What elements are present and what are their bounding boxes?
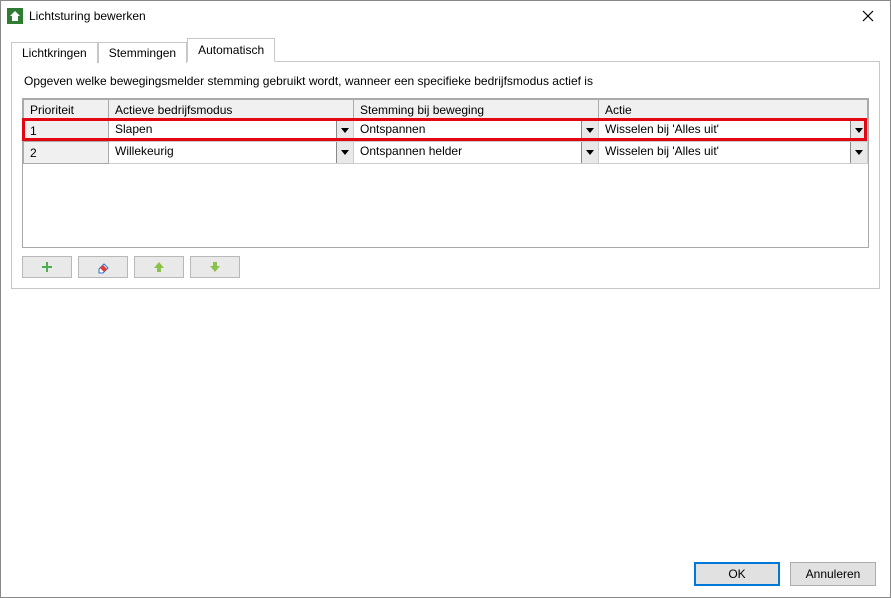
cell-mode-value: Willekeurig — [109, 142, 336, 163]
col-header-mode[interactable]: Actieve bedrijfsmodus — [109, 100, 354, 120]
tab-lichtkringen[interactable]: Lichtkringen — [11, 42, 98, 63]
close-icon — [862, 10, 874, 22]
window-title: Lichtsturing bewerken — [29, 9, 845, 23]
dropdown-button[interactable] — [850, 142, 867, 163]
chevron-down-icon — [855, 150, 863, 156]
cell-action-value: Wisselen bij 'Alles uit' — [599, 120, 850, 141]
chevron-down-icon — [586, 150, 594, 156]
chevron-down-icon — [855, 128, 863, 134]
chevron-down-icon — [341, 150, 349, 156]
tab-automatisch[interactable]: Automatisch — [187, 38, 275, 62]
grid-area: Prioriteit Actieve bedrijfsmodus Stemmin… — [22, 98, 869, 248]
cell-mood[interactable]: Ontspannen helder — [354, 142, 599, 164]
delete-row-button[interactable] — [78, 256, 128, 278]
tab-strip: Lichtkringen Stemmingen Automatisch — [11, 37, 880, 61]
eraser-icon — [96, 260, 110, 274]
arrow-up-icon — [152, 260, 166, 274]
cell-mode[interactable]: Willekeurig — [109, 142, 354, 164]
col-header-priority[interactable]: Prioriteit — [24, 100, 109, 120]
dialog-window: Lichtsturing bewerken Lichtkringen Stemm… — [0, 0, 891, 598]
tab-panel-automatisch: Opgeven welke bewegingsmelder stemming g… — [11, 61, 880, 289]
cell-mood[interactable]: Ontspannen — [354, 120, 599, 142]
move-down-button[interactable] — [190, 256, 240, 278]
tab-stemmingen[interactable]: Stemmingen — [98, 42, 187, 63]
dropdown-button[interactable] — [581, 120, 598, 141]
chevron-down-icon — [586, 128, 594, 134]
grid-toolbar — [22, 256, 869, 278]
client-area: Lichtkringen Stemmingen Automatisch Opge… — [1, 31, 890, 551]
cancel-button[interactable]: Annuleren — [790, 562, 876, 586]
dropdown-button[interactable] — [336, 120, 353, 141]
panel-description: Opgeven welke bewegingsmelder stemming g… — [24, 74, 869, 88]
dropdown-button[interactable] — [581, 142, 598, 163]
grid-row[interactable]: 1 Slapen — [24, 120, 868, 142]
dropdown-button[interactable] — [850, 120, 867, 141]
arrow-down-icon — [208, 260, 222, 274]
cell-mode[interactable]: Slapen — [109, 120, 354, 142]
move-up-button[interactable] — [134, 256, 184, 278]
plus-icon — [40, 260, 54, 274]
ok-button[interactable]: OK — [694, 562, 780, 586]
add-row-button[interactable] — [22, 256, 72, 278]
cell-priority[interactable]: 2 — [24, 142, 109, 164]
window-close-button[interactable] — [845, 1, 890, 31]
col-header-mood[interactable]: Stemming bij beweging — [354, 100, 599, 120]
rules-grid[interactable]: Prioriteit Actieve bedrijfsmodus Stemmin… — [22, 98, 869, 248]
col-header-action[interactable]: Actie — [599, 100, 868, 120]
cell-action[interactable]: Wisselen bij 'Alles uit' — [599, 142, 868, 164]
grid-header-row: Prioriteit Actieve bedrijfsmodus Stemmin… — [24, 100, 868, 120]
title-bar: Lichtsturing bewerken — [1, 1, 890, 31]
cell-mode-value: Slapen — [109, 120, 336, 141]
chevron-down-icon — [341, 128, 349, 134]
app-icon — [7, 8, 23, 24]
cell-mood-value: Ontspannen — [354, 120, 581, 141]
dropdown-button[interactable] — [336, 142, 353, 163]
dialog-footer: OK Annuleren — [1, 551, 890, 597]
cell-priority[interactable]: 1 — [24, 120, 109, 142]
cell-action[interactable]: Wisselen bij 'Alles uit' — [599, 120, 868, 142]
grid-row[interactable]: 2 Willekeurig — [24, 142, 868, 164]
cell-mood-value: Ontspannen helder — [354, 142, 581, 163]
cell-action-value: Wisselen bij 'Alles uit' — [599, 142, 850, 163]
